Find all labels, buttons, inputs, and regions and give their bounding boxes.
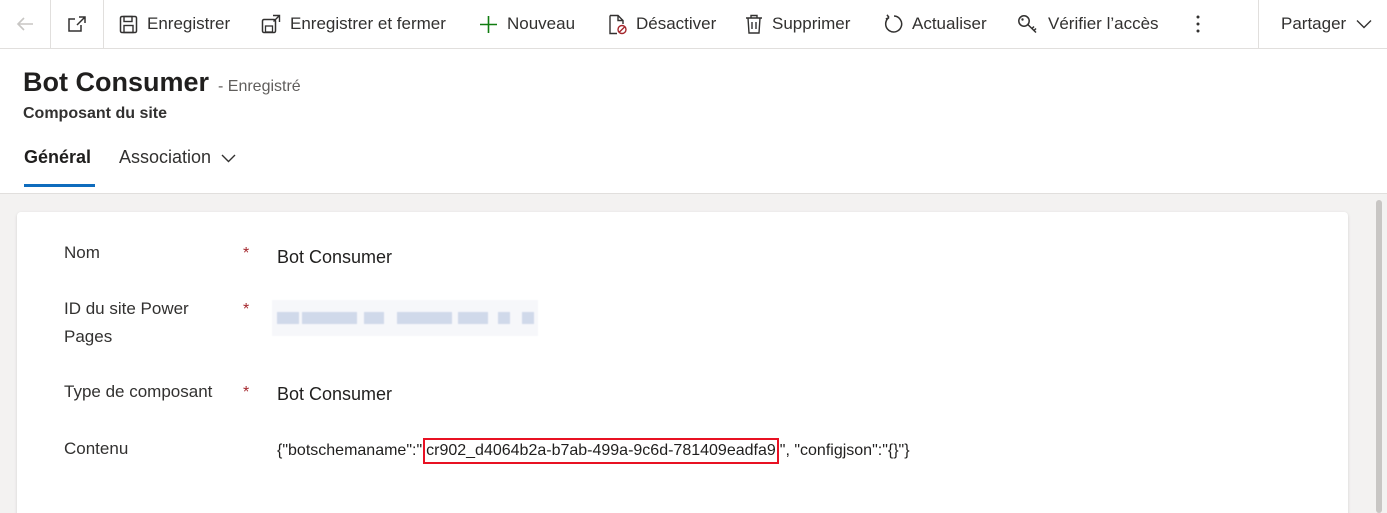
deactivate-button[interactable]: Désactiver [607, 0, 716, 48]
check-access-button[interactable]: Vérifier l’accès [1017, 0, 1159, 48]
share-button[interactable]: Partager [1281, 0, 1372, 48]
more-commands-button[interactable] [1186, 0, 1210, 48]
tab-general[interactable]: Général [24, 147, 91, 189]
deactivate-icon [609, 14, 627, 34]
required-indicator: * [243, 384, 250, 401]
tab-selected-indicator [24, 184, 95, 187]
record-title: Bot Consumer [23, 67, 210, 97]
tab-association[interactable]: Association [119, 147, 236, 189]
new-button[interactable]: Nouveau [479, 0, 575, 48]
back-button[interactable] [0, 0, 50, 48]
command-bar: Enregistrer Enregistrer et fermer Nouvea… [0, 0, 1387, 49]
share-label: Partager [1281, 14, 1347, 33]
content-prefix: {"botschemaname":" [277, 442, 423, 459]
back-arrow-icon [16, 17, 33, 31]
check-access-label: Vérifier l’accès [1048, 14, 1159, 33]
new-label: Nouveau [507, 14, 576, 33]
name-label: Nom [64, 243, 100, 262]
popout-button[interactable] [50, 0, 104, 48]
name-field[interactable]: Bot Consumer [277, 247, 392, 268]
popout-icon [68, 16, 86, 32]
record-header: Bot Consumer - Enregistré Composant du s… [0, 49, 1387, 194]
save-close-label: Enregistrer et fermer [290, 14, 446, 33]
site-id-label: ID du site Power Pages [64, 299, 189, 346]
required-indicator: * [243, 301, 250, 318]
refresh-icon [884, 14, 903, 33]
content-suffix: ", "configjson":"{}"} [779, 442, 910, 459]
site-id-field-redacted[interactable] [272, 300, 538, 336]
bot-schema-name-highlight: cr902_d4064b2a-b7ab-499a-9c6d-781409eadf… [423, 438, 779, 464]
toolbar-divider [1258, 0, 1259, 48]
plus-icon [480, 15, 497, 33]
component-type-label: Type de composant [64, 382, 213, 401]
save-label: Enregistrer [147, 14, 231, 33]
component-type-field[interactable]: Bot Consumer [277, 384, 392, 405]
save-close-button[interactable]: Enregistrer et fermer [261, 0, 446, 48]
key-icon [1018, 15, 1037, 34]
delete-button[interactable]: Supprimer [745, 0, 850, 48]
content-field[interactable]: {"botschemaname":" cr902_d4064b2a-b7ab-4… [277, 438, 910, 464]
record-save-status: - Enregistré [218, 78, 301, 95]
save-button[interactable]: Enregistrer [119, 0, 230, 48]
required-indicator: * [243, 245, 250, 262]
content-label: Contenu [64, 439, 129, 458]
refresh-label: Actualiser [912, 14, 987, 33]
deactivate-label: Désactiver [636, 14, 717, 33]
page-scrollbar[interactable] [1376, 200, 1382, 513]
delete-label: Supprimer [772, 14, 851, 33]
trash-icon [746, 14, 762, 34]
chevron-down-icon [221, 154, 236, 163]
form-section: Nom * Bot Consumer ID du site Power Page… [17, 212, 1348, 513]
chevron-down-icon [1356, 20, 1372, 29]
record-entity-name: Composant du site [23, 105, 168, 122]
refresh-button[interactable]: Actualiser [883, 0, 987, 48]
save-close-icon [261, 14, 281, 34]
save-icon [119, 15, 138, 33]
tab-association-label: Association [119, 147, 212, 167]
more-icon [1196, 15, 1200, 33]
